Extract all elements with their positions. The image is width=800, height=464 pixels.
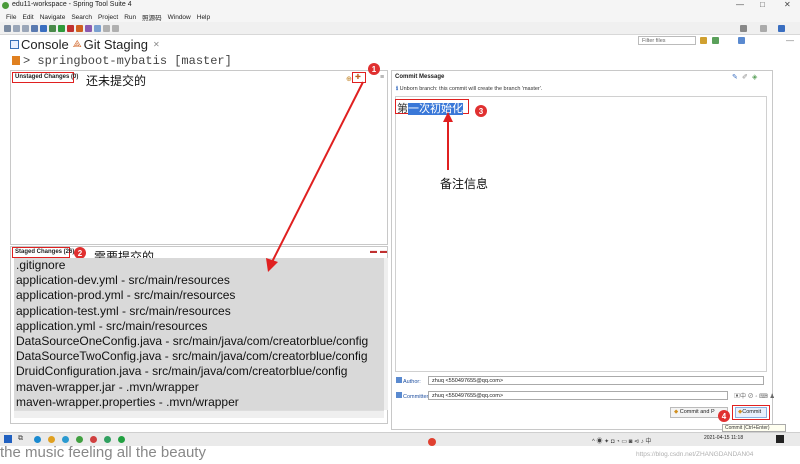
folder-icon[interactable] bbox=[48, 436, 55, 443]
sts-icon[interactable] bbox=[76, 436, 83, 443]
arrow-head-staged bbox=[266, 258, 278, 272]
taskbar-datetime: 2021-04-15 11:18 bbox=[704, 435, 744, 441]
arrow-head-message bbox=[443, 112, 453, 122]
start-icon[interactable] bbox=[4, 435, 12, 443]
app-red-icon[interactable] bbox=[90, 436, 97, 443]
browser-icon[interactable] bbox=[34, 436, 41, 443]
video-subtitle: the music feeling all the beauty bbox=[0, 444, 206, 461]
recording-indicator-icon bbox=[428, 438, 436, 446]
chrome-icon[interactable] bbox=[62, 436, 69, 443]
arrow-unstaged-to-staged bbox=[271, 81, 364, 263]
app-green-icon[interactable] bbox=[104, 436, 111, 443]
wechat-icon[interactable] bbox=[118, 436, 125, 443]
watermark: https://blog.csdn.net/ZHANGDANDAN04 bbox=[636, 451, 754, 458]
annotation-arrows bbox=[266, 81, 453, 272]
notification-icon[interactable] bbox=[776, 435, 784, 443]
task-view-icon[interactable]: ⧉ bbox=[18, 435, 23, 443]
system-tray-icons[interactable]: ^ ◉ ✦ ◘ ◔ ▭ ◙ ⊲ ♪ 中 bbox=[592, 436, 651, 445]
